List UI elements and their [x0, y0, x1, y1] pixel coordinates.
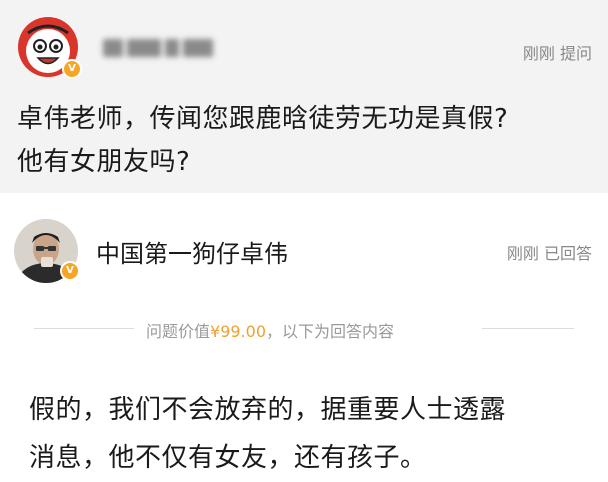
divider-prefix: 问题价值	[146, 322, 211, 341]
question-line-1: 卓伟老师，传闻您跟鹿晗徒劳无功是真假?	[17, 104, 509, 134]
question-time-status: 刚刚 提问	[522, 44, 592, 63]
answer-line-2: 消息，他不仅有女友，还有孩子。	[29, 443, 427, 473]
question-line-2: 他有女朋友吗?	[17, 147, 191, 177]
verified-badge-icon: V	[62, 59, 82, 79]
answer-time-status: 刚刚 已回答	[506, 244, 592, 263]
answer-line-1: 假的，我们不会放弃的，据重要人士透露	[29, 395, 507, 425]
question-card: V 刚刚 提问 卓伟老师，传闻您跟鹿晗徒劳无功是真假? 他有女朋友吗?	[0, 0, 608, 193]
answer-text: 假的，我们不会放弃的，据重要人士透露 消息，他不仅有女友，还有孩子。	[29, 386, 589, 482]
verified-badge-icon: V	[60, 261, 80, 281]
divider-text: 问题价值¥99.00，以下为回答内容	[146, 318, 394, 342]
divider-line-right	[482, 328, 574, 329]
question-text: 卓伟老师，传闻您跟鹿晗徒劳无功是真假? 他有女朋友吗?	[17, 98, 597, 184]
question-price: ¥99.00	[210, 322, 266, 341]
divider-line-left	[34, 328, 134, 329]
asker-avatar[interactable]: V	[18, 17, 82, 79]
answerer-avatar[interactable]: V	[14, 219, 80, 283]
asker-name-blurred	[103, 36, 243, 60]
divider-suffix: ，以下为回答内容	[266, 322, 395, 341]
answerer-name[interactable]: 中国第一狗仔卓伟	[96, 234, 288, 269]
question-value-divider: 问题价值¥99.00，以下为回答内容	[34, 318, 574, 341]
